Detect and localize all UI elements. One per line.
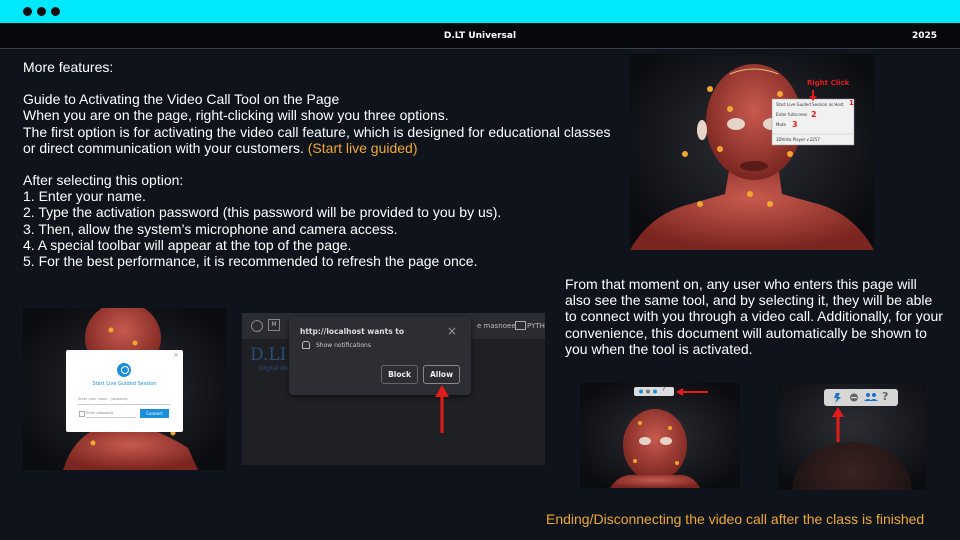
help-icon[interactable]: ? xyxy=(662,386,665,393)
close-icon[interactable]: × xyxy=(173,351,179,359)
option-number: 3 xyxy=(792,120,798,129)
disconnect-note: Ending/Disconnecting the video call afte… xyxy=(546,511,925,527)
guide-line: When you are on the page, right-clicking… xyxy=(23,107,449,124)
video-call-description: From that moment on, any user who enters… xyxy=(565,276,943,357)
toolbar-closeup-screenshot: ? xyxy=(778,384,926,490)
step-item: 3. Then, allow the system’s microphone a… xyxy=(23,220,398,237)
window-titlebar xyxy=(0,0,960,23)
window-dot-icon[interactable] xyxy=(37,7,46,16)
steps-intro: After selecting this option: xyxy=(23,172,184,189)
header-divider xyxy=(0,48,960,49)
step-item: 2. Type the activation password (this pa… xyxy=(23,204,502,221)
help-icon[interactable]: ? xyxy=(882,390,888,403)
option-number: 2 xyxy=(811,110,817,119)
section-heading: More features: xyxy=(23,59,114,75)
arrow-up-icon xyxy=(435,385,449,433)
session-logo-icon xyxy=(117,363,131,377)
login-dialog-screenshot: × Start Live Guided Session Enter your n… xyxy=(23,308,226,470)
password-checkbox[interactable] xyxy=(79,411,85,417)
toolbar-screenshot: ? xyxy=(580,383,740,488)
page-header: D.LT Universal 2025 xyxy=(0,24,960,48)
context-menu-item[interactable]: Start Live Guided Session as Host xyxy=(776,102,844,107)
main-content: More features: Guide to Activating the V… xyxy=(23,59,613,269)
anatomy-head-image xyxy=(580,383,740,488)
context-menu-item[interactable]: Enter fullscreen xyxy=(776,112,807,117)
step-item: 1. Enter your name. xyxy=(23,188,146,205)
guide-title: Guide to Activating the Video Call Tool … xyxy=(23,91,340,108)
context-menu-screenshot: Right Click Start Live Guided Session as… xyxy=(630,54,874,250)
connect-button[interactable]: Connect xyxy=(140,409,169,418)
step-item: 5. For the best performance, it is recom… xyxy=(23,253,478,270)
right-click-label: Right Click xyxy=(807,79,850,87)
start-live-guided-highlight: (Start live guided) xyxy=(307,139,418,156)
login-dialog: × Start Live Guided Session Enter your n… xyxy=(66,350,183,432)
dialog-title: Start Live Guided Session xyxy=(92,381,157,387)
password-input[interactable]: Enter password xyxy=(86,411,136,418)
name-input[interactable]: Enter your name - (optional) xyxy=(78,397,170,405)
option-number: 1 xyxy=(849,99,854,107)
step-item: 4. A special toolbar will appear at the … xyxy=(23,236,352,253)
guide-line: The first option is for activating the v… xyxy=(23,124,613,156)
window-dot-icon[interactable] xyxy=(23,7,32,16)
permission-screenshot: M e masnoee PYTH D.LI Digital Ide http:/… xyxy=(242,313,545,465)
page-year: 2025 xyxy=(911,31,937,41)
context-menu-item[interactable]: 3DVisto Player v.2257 xyxy=(776,137,820,142)
context-menu-item[interactable]: Mute xyxy=(776,122,786,127)
window-dot-icon[interactable] xyxy=(51,7,60,16)
anatomy-head-image xyxy=(778,384,926,490)
page-title: D.LT Universal xyxy=(443,31,517,41)
